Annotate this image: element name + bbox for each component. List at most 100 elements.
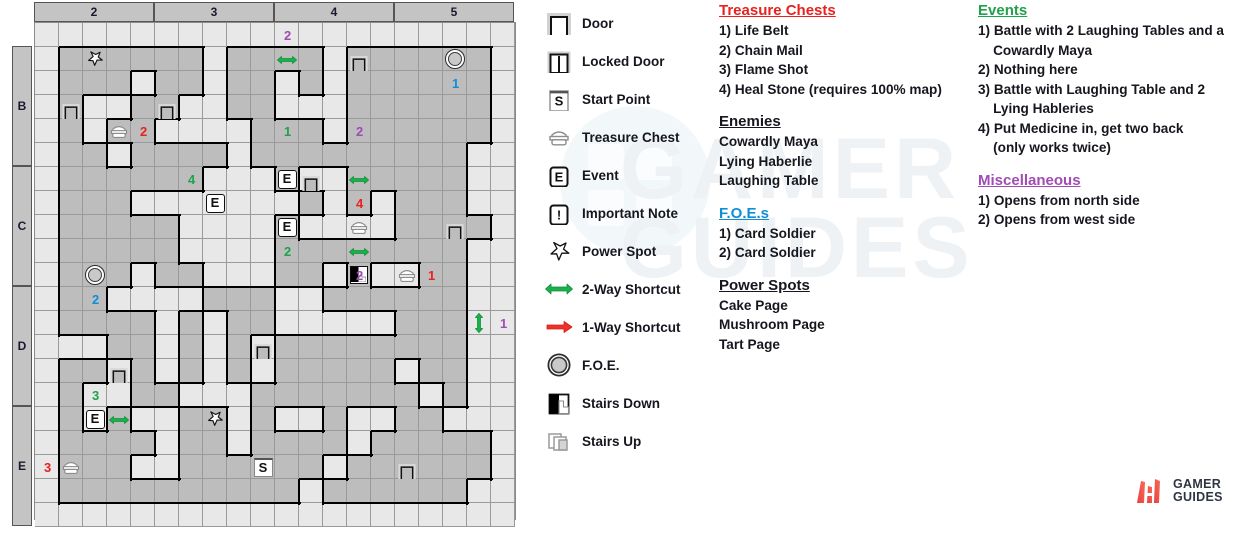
map-cell — [275, 335, 299, 359]
wall-segment — [466, 311, 469, 337]
legend-label: Treasure Chest — [582, 129, 680, 145]
door-e1[interactable] — [398, 463, 416, 484]
door-b2[interactable] — [158, 103, 176, 124]
map-cell — [275, 143, 299, 167]
map-cell — [395, 215, 419, 239]
door-c2[interactable] — [446, 223, 464, 244]
chest-2[interactable] — [110, 124, 128, 144]
map-cell — [35, 95, 59, 119]
door-d2[interactable] — [110, 367, 128, 388]
event-c2[interactable]: E — [205, 193, 225, 213]
event-e1[interactable]: E — [85, 409, 105, 429]
map-cell — [467, 71, 491, 95]
legend-row-stairs-down: Stairs Down — [536, 384, 716, 422]
map-cell — [251, 239, 275, 263]
map-cell — [371, 359, 395, 383]
map-cell — [347, 455, 371, 479]
shortcut-2way-b[interactable] — [276, 53, 298, 71]
wall-segment — [106, 359, 109, 385]
map-cell — [347, 23, 371, 47]
foe-icon — [536, 352, 582, 378]
map-cell — [179, 23, 203, 47]
map-cell — [155, 287, 179, 311]
foe-1[interactable] — [445, 49, 465, 69]
gamer-guides-wordmark: GAMER GUIDES — [1173, 477, 1223, 504]
legend-row-power-spot: Power Spot — [536, 232, 716, 270]
chest-1[interactable] — [398, 268, 416, 288]
shortcut-2way-d[interactable] — [473, 312, 485, 339]
door-c1[interactable] — [302, 175, 320, 196]
events-list: 1) Battle with 2 Laughing Tables and a C… — [978, 21, 1258, 158]
wall-segment — [155, 46, 181, 49]
wall-segment — [466, 167, 469, 193]
note-line: 1) Battle with 2 Laughing Tables and a — [978, 23, 1224, 38]
map-cell — [83, 359, 107, 383]
shortcut-2way-e[interactable] — [108, 413, 130, 431]
wall-segment — [466, 263, 469, 289]
legend-label: Start Point — [582, 91, 651, 107]
wall-segment — [466, 479, 469, 505]
map-cell — [35, 191, 59, 215]
wall-segment — [227, 502, 253, 505]
chest-4[interactable] — [350, 220, 368, 240]
map-cell — [443, 311, 467, 335]
event-c1[interactable]: E — [277, 169, 297, 189]
map-cell — [107, 167, 131, 191]
start-point[interactable]: S — [253, 457, 273, 477]
legend-row-one-way-shortcut: 1-Way Shortcut — [536, 308, 716, 346]
map-cell — [395, 119, 419, 143]
wall-segment — [490, 431, 493, 457]
map-cell — [179, 95, 203, 119]
map-cell — [275, 503, 299, 527]
map-cell — [59, 479, 83, 503]
note-line: Laughing Table — [719, 173, 819, 188]
door-b1[interactable] — [62, 103, 80, 124]
door-d1[interactable] — [254, 343, 272, 364]
map-cell — [347, 335, 371, 359]
map-cell — [227, 431, 251, 455]
door-b3[interactable] — [350, 55, 368, 76]
map-cell — [419, 167, 443, 191]
map-cell — [299, 239, 323, 263]
wall-segment — [299, 430, 325, 433]
map-cell — [395, 167, 419, 191]
wall-segment — [58, 479, 61, 505]
wall-segment — [323, 286, 349, 289]
map-cell — [251, 407, 275, 431]
num-misc-2-mid: 2 — [356, 124, 364, 139]
map-cell — [443, 335, 467, 359]
map-cell — [419, 191, 443, 215]
wall-segment — [347, 46, 373, 49]
note-line: Cake Page — [719, 297, 788, 313]
legend-row-foe: F.O.E. — [536, 346, 716, 384]
map-cell — [203, 167, 227, 191]
map-cell — [179, 191, 203, 215]
map-cell — [323, 47, 347, 71]
map-cell — [155, 47, 179, 71]
map-cell — [83, 431, 107, 455]
num-event-1: 1 — [284, 124, 292, 139]
map-cell — [251, 143, 275, 167]
legend-row-start-point: S Start Point — [536, 80, 716, 118]
map-cell — [419, 215, 443, 239]
power-spot-b2[interactable] — [85, 49, 105, 74]
wall-segment — [346, 191, 349, 217]
wall-segment — [322, 287, 325, 313]
map-cell — [419, 479, 443, 503]
event-c3[interactable]: E — [277, 217, 297, 237]
power-spot-e[interactable] — [205, 409, 225, 434]
map-cell — [35, 263, 59, 287]
wall-segment — [275, 334, 301, 337]
foe-2[interactable] — [85, 265, 105, 285]
wall-segment — [275, 286, 301, 289]
shortcut-2way-c1[interactable] — [348, 173, 370, 191]
wall-segment — [131, 502, 157, 505]
gamer-guides-logo[interactable]: GAMER GUIDES — [1136, 478, 1223, 504]
map-grid[interactable]: E E E E S 2 1 2 1 2 4 4 2 2 1 2 1 3 3 — [34, 22, 516, 527]
shortcut-2way-c2[interactable] — [348, 245, 370, 263]
map-cell — [299, 503, 323, 527]
map-cell — [251, 119, 275, 143]
map-cell — [443, 359, 467, 383]
chest-3[interactable] — [62, 460, 80, 480]
map-cell — [251, 71, 275, 95]
